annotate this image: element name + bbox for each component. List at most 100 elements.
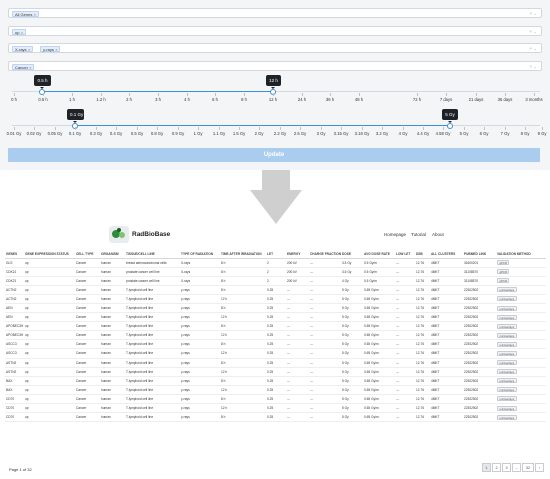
chevron-down-icon[interactable]: ⌄ (533, 11, 537, 16)
column-header[interactable]: LET (266, 250, 286, 259)
page-button[interactable]: 3 (502, 463, 511, 472)
validation-method-button[interactable]: microarrays (497, 350, 517, 356)
validation-method-button[interactable]: microarrays (497, 287, 517, 293)
validation-method-button[interactable]: microarrays (497, 305, 517, 311)
validation-method-button[interactable]: qPCR (497, 260, 510, 266)
page-button[interactable]: ... (512, 463, 521, 472)
table-cell: human (100, 403, 125, 414)
column-header[interactable]: TYPE OF RADIATION (180, 250, 220, 259)
page-button[interactable]: 32 (522, 463, 534, 472)
expression-multiselect[interactable]: × ⌄ up × (8, 26, 542, 36)
radbiobase-logo-icon[interactable] (109, 226, 129, 243)
column-header[interactable]: ORGANISM (100, 250, 125, 259)
nav-tutorial[interactable]: Tutorial (411, 232, 426, 237)
chevron-down-icon[interactable]: ⌄ (533, 46, 537, 51)
validation-method-button[interactable]: microarrays (497, 414, 517, 420)
column-header[interactable]: ENERGY (286, 250, 309, 259)
validation-cell: microarrays (496, 330, 546, 341)
column-header[interactable]: GENES (5, 250, 24, 259)
validation-method-button[interactable]: qPCR (497, 269, 510, 275)
validation-method-button[interactable]: microarrays (497, 296, 517, 302)
table-cell: 200 kV (286, 267, 309, 277)
selected-chip[interactable]: X-rays × (12, 45, 34, 52)
table-cell: Cancer (75, 376, 100, 386)
update-button[interactable]: Update (8, 148, 540, 162)
table-cell: 0.25 (266, 412, 286, 423)
clear-icon[interactable]: × (529, 11, 532, 16)
selected-chip[interactable]: up × (12, 28, 26, 35)
selected-chip[interactable]: All Genes × (12, 10, 39, 17)
clear-icon[interactable]: × (529, 29, 532, 34)
multiselect-controls[interactable]: × ⌄ (529, 63, 537, 70)
column-header[interactable]: CELL TYPE (75, 250, 100, 259)
column-header[interactable]: VALIDATION METHOD (496, 250, 546, 259)
table-cell: X-rays (180, 276, 220, 286)
chip-remove-icon[interactable]: × (21, 31, 23, 35)
column-header[interactable]: DSB (415, 250, 430, 259)
table-row: CD70 up Cancer human T-lymphoid cell line γ-r… (5, 412, 546, 423)
validation-method-button[interactable]: microarrays (497, 332, 517, 338)
validation-method-button[interactable]: microarrays (497, 378, 517, 384)
gene-multiselect[interactable]: × ⌄ All Genes × (8, 8, 542, 18)
chevron-down-icon[interactable]: ⌄ (533, 29, 537, 34)
validation-method-button[interactable]: microarrays (497, 360, 517, 366)
nav-homepage[interactable]: Homepage (384, 232, 406, 237)
chip-remove-icon[interactable]: × (29, 66, 31, 70)
validation-method-button[interactable]: qPCR (497, 278, 510, 284)
page-button[interactable]: 2 (492, 463, 501, 472)
radiation-multiselect[interactable]: × ⌄ X-rays × γ-rays × (8, 43, 542, 53)
column-header[interactable]: TIME AFTER IRRADIATION (220, 250, 266, 259)
validation-method-button[interactable]: microarrays (497, 369, 517, 375)
page-button[interactable]: 1 (482, 463, 491, 472)
selected-chip[interactable]: Cancer × (12, 63, 35, 70)
brand-name[interactable]: RadBioBase (132, 231, 170, 238)
column-header[interactable]: AVG DOSE RATE (363, 250, 395, 259)
column-header[interactable]: PUBMED LINK (463, 250, 496, 259)
chip-remove-icon[interactable]: × (55, 48, 57, 52)
table-cell: --- (395, 303, 415, 314)
table-cell: up (24, 348, 75, 359)
validation-method-button[interactable]: microarrays (497, 405, 517, 411)
column-header[interactable]: GENE EXPRESSION STATUS (24, 250, 75, 259)
validation-method-button[interactable]: microarrays (497, 396, 517, 402)
organism-multiselect[interactable]: × ⌄ Cancer × (8, 61, 542, 71)
column-header[interactable]: CHARGE FRACTION (309, 250, 341, 259)
validation-method-button[interactable]: microarrays (497, 323, 517, 329)
clear-icon[interactable]: × (529, 46, 532, 51)
table-cell: --- (286, 348, 309, 359)
multiselect-controls[interactable]: × ⌄ (529, 10, 537, 17)
validation-method-button[interactable]: microarrays (497, 341, 517, 347)
slider-tick (382, 127, 383, 130)
column-header[interactable]: LOW LET (395, 250, 415, 259)
clear-icon[interactable]: × (529, 64, 532, 69)
chip-remove-icon[interactable]: × (34, 13, 36, 17)
table-cell: γ-rays (180, 294, 220, 304)
column-header[interactable]: ALL CLUSTERS (430, 250, 463, 259)
slider-handle-to[interactable] (447, 122, 453, 129)
table-cell: up (24, 285, 75, 295)
selected-chip[interactable]: γ-rays × (40, 45, 61, 52)
validation-cell: microarrays (496, 303, 546, 314)
chip-remove-icon[interactable]: × (28, 48, 30, 52)
slider-handle-from[interactable] (39, 88, 45, 95)
table-cell: 0.25 (266, 376, 286, 386)
validation-method-button[interactable]: microarrays (497, 387, 517, 393)
validation-method-button[interactable]: microarrays (497, 314, 517, 320)
table-cell: 5 Gy (341, 394, 363, 405)
slider-tick (362, 127, 363, 130)
multiselect-controls[interactable]: × ⌄ (529, 28, 537, 35)
table-cell: 12.76 (415, 339, 430, 350)
validation-cell: qPCR (496, 267, 546, 277)
column-header[interactable]: DOSE (341, 250, 363, 259)
table-cell: AEN (5, 303, 24, 314)
table-cell: T-lymphoid cell line (125, 394, 180, 405)
table-cell: 4MKT (430, 258, 463, 268)
table-cell: 8 h (220, 258, 266, 268)
next-page-button[interactable]: › (535, 463, 544, 472)
table-cell: 4MKT (430, 330, 463, 341)
column-header[interactable]: TISSUE/CELL LINE (125, 250, 180, 259)
table-cell: up (24, 330, 75, 341)
chevron-down-icon[interactable]: ⌄ (533, 64, 537, 69)
nav-about[interactable]: About (432, 232, 444, 237)
multiselect-controls[interactable]: × ⌄ (529, 45, 537, 52)
